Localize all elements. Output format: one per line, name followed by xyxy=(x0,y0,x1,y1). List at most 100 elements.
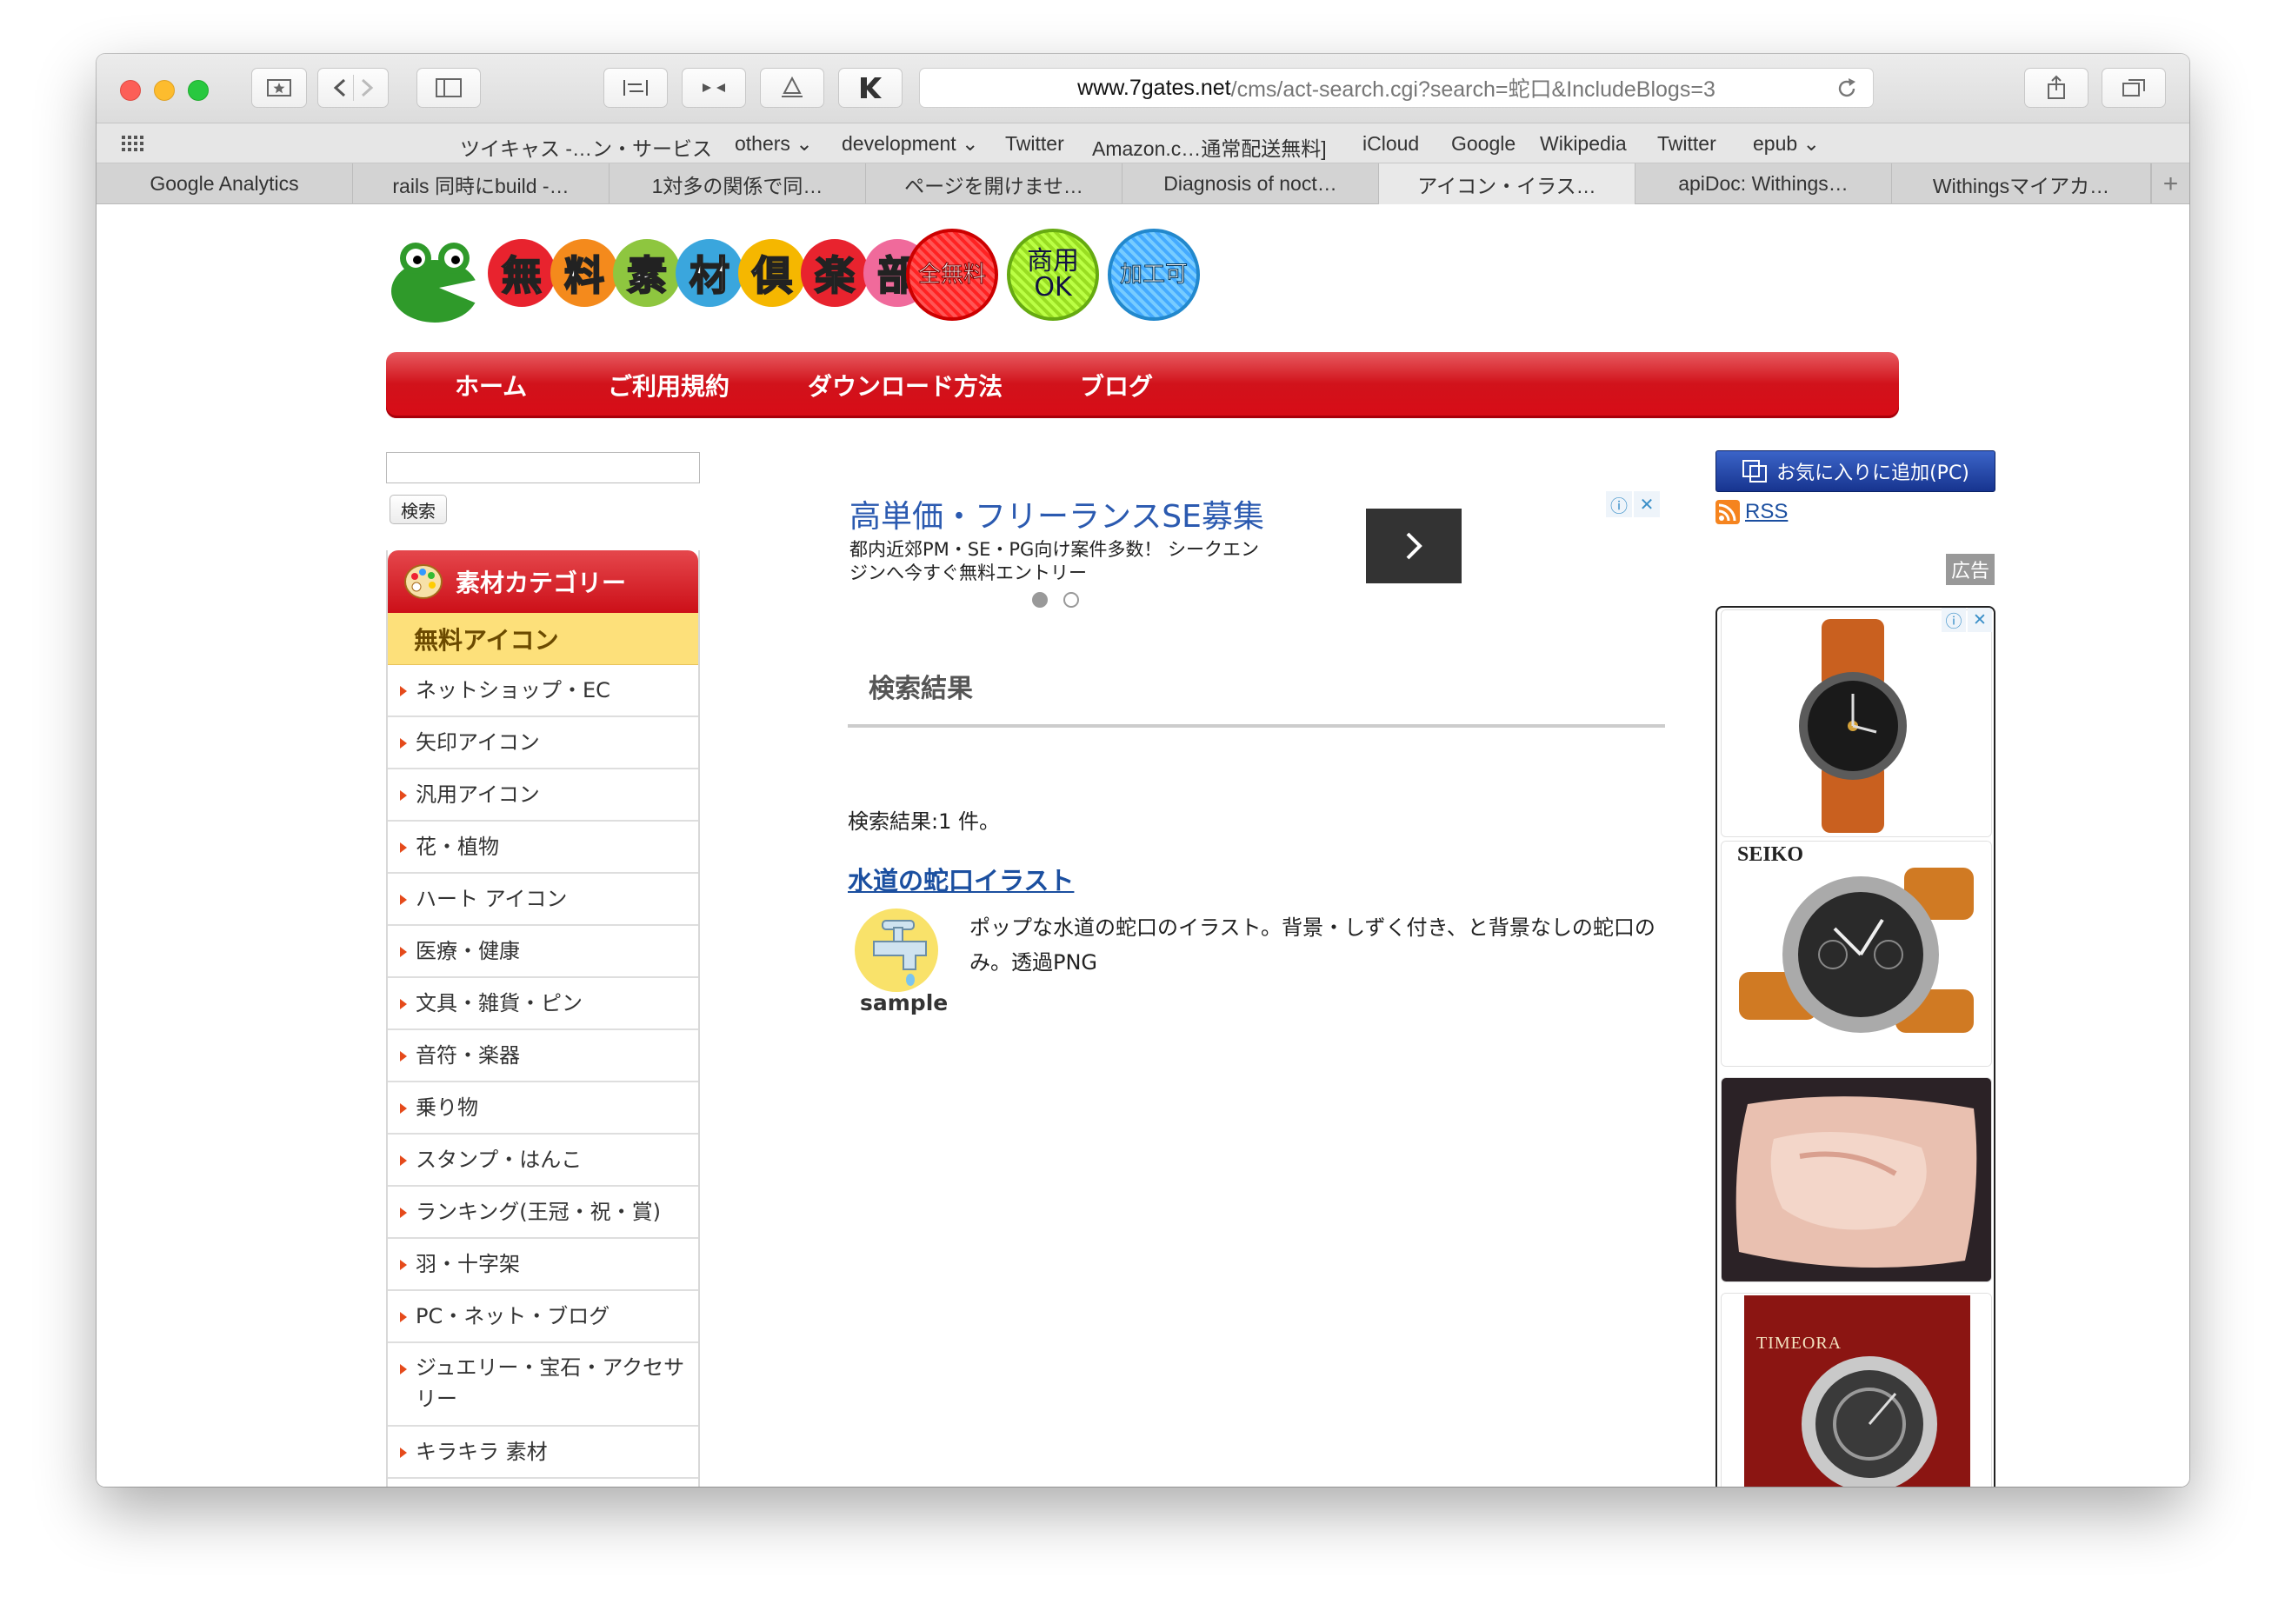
extension-tab-button[interactable] xyxy=(603,68,668,108)
watch-image-icon xyxy=(1722,610,1991,836)
ad-product-image[interactable]: SEIKO xyxy=(1721,841,1992,1067)
seiko-logo: SEIKO xyxy=(1737,843,1804,866)
back-arrow-icon[interactable] xyxy=(327,77,353,99)
bookmarks-star-button[interactable] xyxy=(251,68,307,108)
category-item[interactable]: 汎用アイコン xyxy=(388,769,698,822)
category-item[interactable]: 矢印アイコン xyxy=(388,717,698,769)
bookmark-amazon[interactable]: Amazon.c…通常配送無料] xyxy=(1092,132,1327,162)
address-bar[interactable]: www.7gates.net/cms/act-search.cgi?search… xyxy=(919,68,1874,108)
extension-sail-button[interactable] xyxy=(760,68,824,108)
category-item[interactable]: スタンプ・はんこ xyxy=(388,1135,698,1187)
category-item[interactable]: ハート アイコン xyxy=(388,874,698,926)
category-label: ネットショップ・EC xyxy=(416,678,610,702)
bookmark-folder-epub[interactable]: epub ⌄ xyxy=(1753,132,1820,156)
category-item[interactable]: 羽・十字架 xyxy=(388,1239,698,1291)
category-item[interactable]: 花・植物 xyxy=(388,822,698,874)
category-item[interactable]: ネットショップ・EC xyxy=(388,665,698,717)
ad-info-icon[interactable]: ⓘ xyxy=(1606,491,1632,517)
ad-info-icon[interactable]: ⓘ xyxy=(1942,608,1966,632)
ad-dot[interactable] xyxy=(1063,592,1079,608)
new-tab-button[interactable]: + xyxy=(2151,163,2189,204)
tab-apidoc[interactable]: apiDoc: Withings… xyxy=(1635,163,1892,204)
sidebar-toggle-button[interactable] xyxy=(416,68,481,108)
result-title-link[interactable]: 水道の蛇口イラスト xyxy=(848,861,1074,897)
triangle-bullet-icon xyxy=(400,1051,407,1062)
forward-arrow-icon[interactable] xyxy=(354,77,380,99)
ad-product-image[interactable] xyxy=(1721,609,1992,837)
browser-window: www.7gates.net/cms/act-search.cgi?search… xyxy=(97,54,2189,1487)
category-item[interactable]: PC・ネット・ブログ xyxy=(388,1291,698,1343)
extension-k-button[interactable] xyxy=(838,68,903,108)
share-icon xyxy=(2048,75,2065,99)
watch-image-icon xyxy=(1722,1294,1991,1487)
category-item[interactable]: 文具・雑貨・ピン xyxy=(388,978,698,1030)
nav-home[interactable]: ホーム xyxy=(455,352,527,418)
triangle-bullet-icon xyxy=(400,947,407,957)
bookmark-folder-development[interactable]: development ⌄ xyxy=(842,132,978,156)
tab-withings[interactable]: Withingsマイアカ… xyxy=(1892,163,2151,204)
search-input[interactable] xyxy=(386,452,700,483)
timeora-logo: TIMEORA xyxy=(1756,1334,1842,1353)
category-header: 素材カテゴリー xyxy=(388,550,698,613)
ad-pagination xyxy=(1032,592,1079,608)
search-button[interactable]: 検索 xyxy=(390,495,447,524)
ad-label: 広告 xyxy=(1946,554,1995,585)
ad-close-icon[interactable]: ✕ xyxy=(1634,491,1660,517)
back-forward-buttons[interactable] xyxy=(317,68,389,108)
logo-char: 材 xyxy=(676,239,743,307)
category-item[interactable]: 音符・楽器 xyxy=(388,1030,698,1082)
extension-collapse-button[interactable] xyxy=(682,68,746,108)
sidebar-ad[interactable]: ⓘ ✕ SEIKO TIMEORA xyxy=(1715,606,1995,1487)
close-window-button[interactable] xyxy=(120,80,141,101)
category-item[interactable]: ジュエリー・宝石・アクセサリー xyxy=(388,1343,698,1427)
url-host: www.7gates.net xyxy=(1077,75,1231,100)
bookmark-icloud[interactable]: iCloud xyxy=(1362,132,1419,156)
rss-label[interactable]: RSS xyxy=(1745,500,1788,524)
category-item[interactable]: 乗り物 xyxy=(388,1082,698,1135)
nav-terms[interactable]: ご利用規約 xyxy=(608,352,729,418)
tab-icon-illust[interactable]: アイコン・イラス… xyxy=(1379,163,1635,204)
bookmark-twitter[interactable]: Twitter xyxy=(1005,132,1064,156)
site-logo-text[interactable]: 無 料 素 材 倶 楽 部 xyxy=(488,239,931,307)
category-label: ランキング(王冠・祝・賞) xyxy=(416,1200,662,1224)
ad-product-image[interactable]: TIMEORA xyxy=(1721,1293,1992,1487)
minimize-window-button[interactable] xyxy=(154,80,175,101)
bookmark-twitter-2[interactable]: Twitter xyxy=(1657,132,1716,156)
ad-dot-active[interactable] xyxy=(1032,592,1048,608)
show-all-tabs-button[interactable] xyxy=(2102,68,2166,108)
tab-page-error[interactable]: ページを開けませ… xyxy=(866,163,1123,204)
reload-icon[interactable] xyxy=(1835,77,1859,101)
share-button[interactable] xyxy=(2024,68,2088,108)
bookmark-folder-others[interactable]: others ⌄ xyxy=(735,132,813,156)
ad-next-button[interactable] xyxy=(1366,509,1462,583)
nav-download-method[interactable]: ダウンロード方法 xyxy=(808,352,1003,418)
tab-google-analytics[interactable]: Google Analytics xyxy=(97,163,353,204)
bookmark-folder-label: epub xyxy=(1753,132,1798,155)
plus-icon: + xyxy=(2162,169,2179,198)
zoom-window-button[interactable] xyxy=(188,80,209,101)
bookmark-google[interactable]: Google xyxy=(1451,132,1516,156)
ad-title[interactable]: 高単価・フリーランスSE募集 xyxy=(849,491,1264,536)
tab-diagnosis[interactable]: Diagnosis of noct… xyxy=(1123,163,1379,204)
tab-rails[interactable]: rails 同時にbuild -… xyxy=(353,163,610,204)
star-icon xyxy=(267,79,291,97)
result-thumbnail[interactable]: sample xyxy=(848,909,952,1020)
logo-char: 倶 xyxy=(738,239,806,307)
text-ad[interactable]: 高単価・フリーランスSE募集 都内近郊PM・SE・PG向け案件多数！ シークエン… xyxy=(849,491,1663,608)
top-sites-grid-icon[interactable] xyxy=(121,134,145,153)
ad-close-icon[interactable]: ✕ xyxy=(1968,608,1992,632)
add-favorite-button[interactable]: お気に入りに追加(PC) xyxy=(1715,450,1995,492)
logo-char: 無 xyxy=(488,239,556,307)
frog-logo-icon[interactable] xyxy=(387,237,483,324)
category-item[interactable]: 医療・健康 xyxy=(388,926,698,978)
ad-product-image[interactable] xyxy=(1721,1077,1992,1282)
bookmark-twitcasting[interactable]: ツイキャス -…ン・サービス xyxy=(460,132,712,162)
category-subheader[interactable]: 無料アイコン xyxy=(388,613,698,665)
bookmark-wikipedia[interactable]: Wikipedia xyxy=(1540,132,1627,156)
nav-blog[interactable]: ブログ xyxy=(1080,352,1153,418)
tab-one-to-many[interactable]: 1対多の関係で同… xyxy=(610,163,866,204)
category-item[interactable]: キラキラ 素材 xyxy=(388,1427,698,1479)
category-item[interactable]: ランキング(王冠・祝・賞) xyxy=(388,1187,698,1239)
tab-arrows-icon xyxy=(623,80,648,96)
rss-link[interactable]: RSS xyxy=(1715,500,1788,524)
